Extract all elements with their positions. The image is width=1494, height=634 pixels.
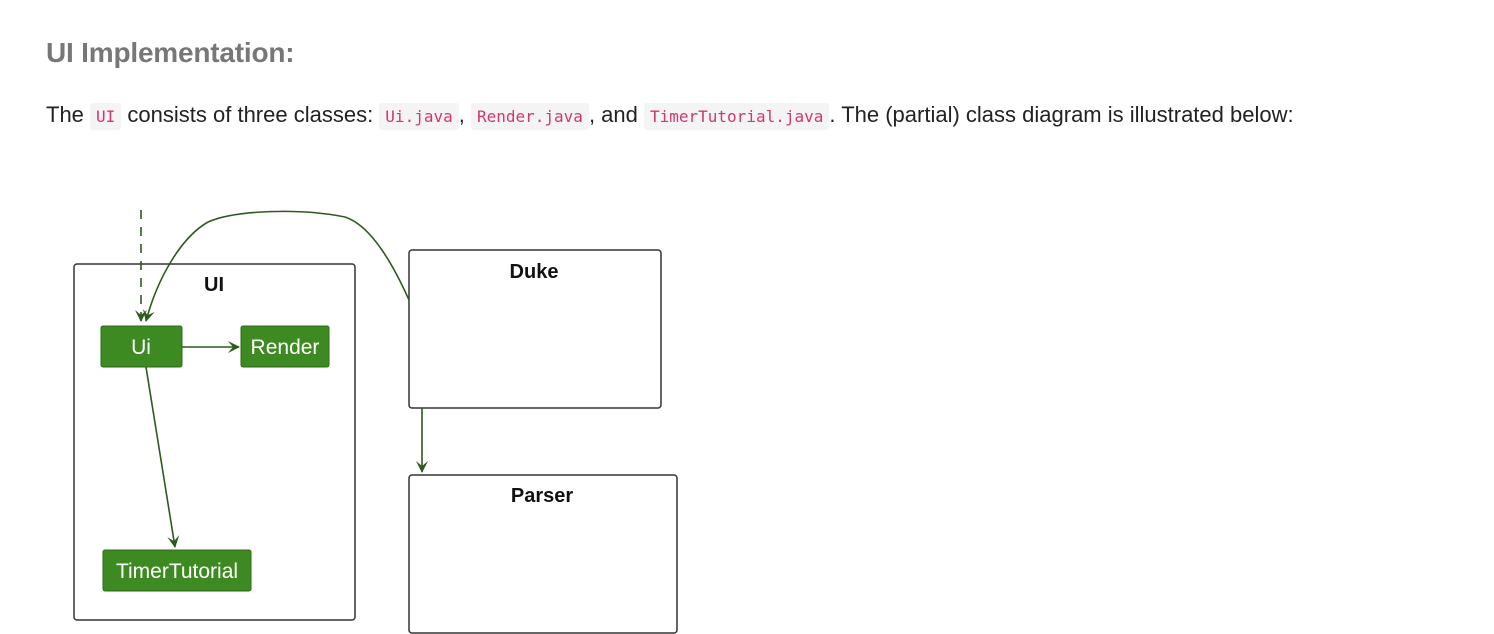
class-diagram: UI Duke Parser Ui Render TimerTutorial <box>73 210 678 634</box>
parser-class-title: Parser <box>511 485 573 507</box>
duke-class-title: Duke <box>510 261 559 283</box>
ui-package-title: UI <box>204 274 224 296</box>
ui-node-label: Ui <box>131 336 151 359</box>
render-node-label: Render <box>251 336 320 359</box>
timertutorial-node-label: TimerTutorial <box>116 560 238 583</box>
